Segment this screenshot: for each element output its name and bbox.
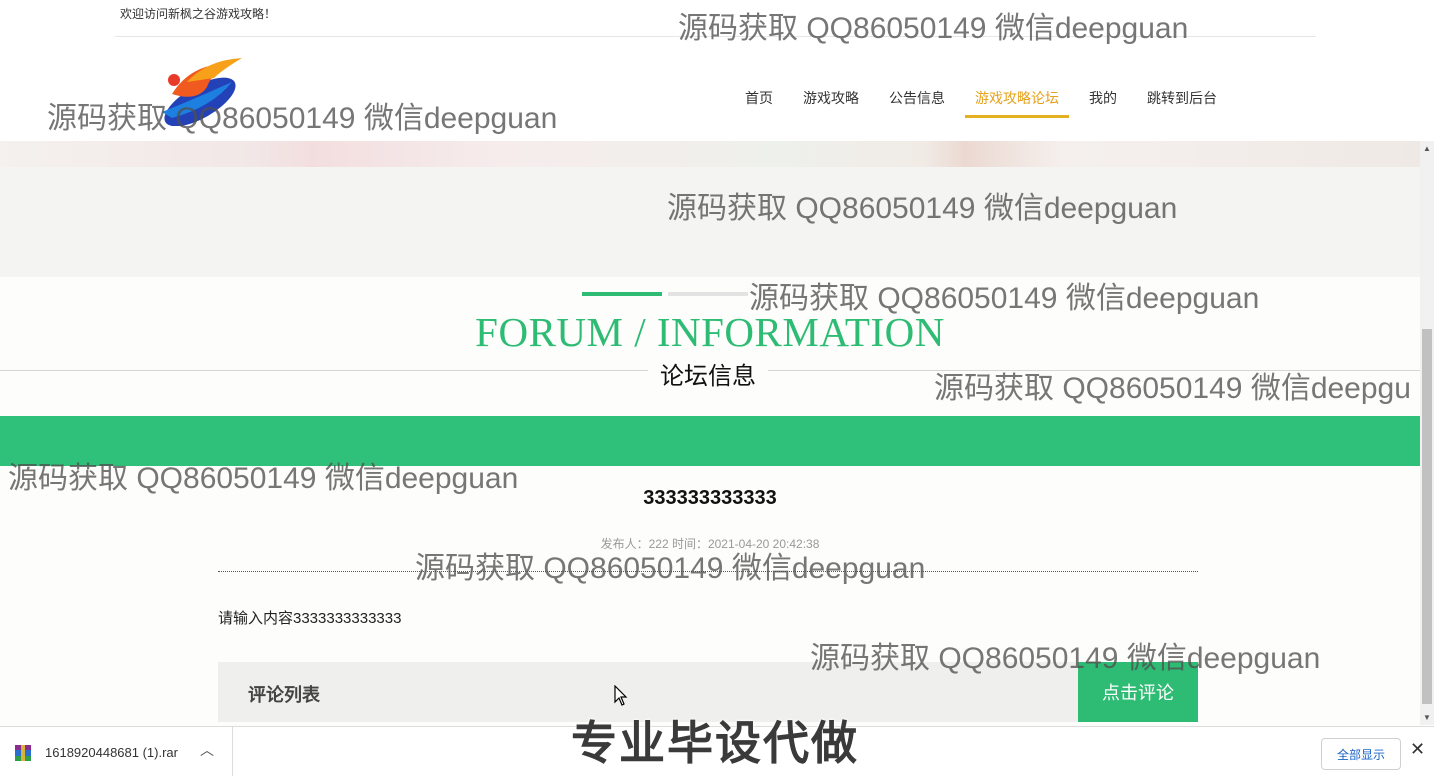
nav-announcements[interactable]: 公告信息	[879, 78, 955, 118]
header-divider	[115, 36, 1316, 37]
show-all-button[interactable]: 全部显示	[1321, 738, 1401, 770]
mouse-cursor-icon	[614, 685, 628, 706]
promo-watermark: 专业毕设代做	[571, 717, 859, 769]
section-title-en: FORUM / INFORMATION	[475, 309, 945, 355]
section-title-cn: 论坛信息	[648, 356, 768, 391]
post-title: 333333333333	[643, 487, 777, 509]
nav-home[interactable]: 首页	[735, 78, 783, 118]
site-logo[interactable]	[152, 52, 252, 127]
comment-button[interactable]: 点击评论	[1078, 662, 1198, 722]
nav-mine[interactable]: 我的	[1079, 78, 1127, 118]
title-accent-bar	[582, 292, 662, 296]
post-divider	[218, 571, 1198, 572]
chevron-up-icon[interactable]: ︿	[200, 740, 214, 760]
banner-image	[0, 141, 1420, 167]
post-content: 请输入内容3333333333333	[218, 610, 402, 627]
post-meta: 发布人：222 时间：2021-04-20 20:42:38	[600, 537, 820, 551]
page-scrollbar[interactable]: ▲ ▼	[1420, 141, 1434, 725]
nav-forum[interactable]: 游戏攻略论坛	[965, 78, 1069, 118]
download-item[interactable]: 1618920448681 (1).rar ︿	[0, 727, 233, 776]
nav-admin[interactable]: 跳转到后台	[1137, 78, 1227, 118]
scroll-thumb[interactable]	[1422, 329, 1432, 704]
nav-game-guides[interactable]: 游戏攻略	[793, 78, 869, 118]
close-icon[interactable]: ✕	[1410, 739, 1425, 760]
download-file-name: 1618920448681 (1).rar	[45, 745, 178, 760]
welcome-text: 欢迎访问新枫之谷游戏攻略！	[120, 7, 277, 21]
rar-file-icon	[15, 745, 31, 761]
scroll-down-icon[interactable]: ▼	[1423, 713, 1431, 722]
scroll-up-icon[interactable]: ▲	[1423, 144, 1431, 153]
comment-list-title: 评论列表	[248, 685, 320, 705]
main-nav: 首页 游戏攻略 公告信息 游戏攻略论坛 我的 跳转到后台	[735, 78, 1227, 118]
section-banner	[0, 416, 1420, 466]
browser-page: 欢迎访问新枫之谷游戏攻略！ 首页 游戏攻略 公告信息 游戏攻略论坛 我的 跳转到…	[0, 0, 1434, 776]
title-accent-bar-grey	[668, 292, 748, 296]
banner-area	[0, 167, 1420, 277]
